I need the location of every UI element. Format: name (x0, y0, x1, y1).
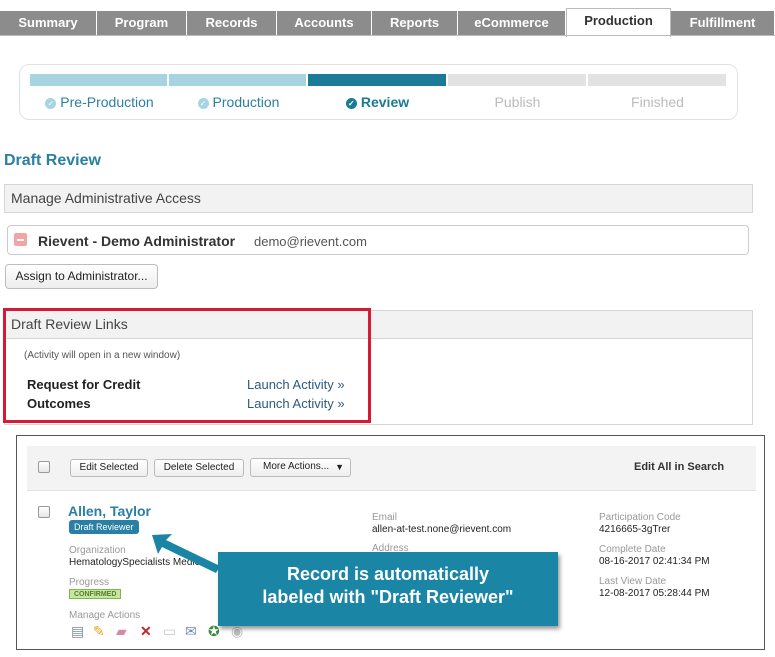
more-actions-label: More Actions... (263, 461, 330, 472)
wizard-step-review[interactable]: ✓ Review (308, 94, 447, 110)
page-title: Draft Review (4, 152, 101, 169)
wizard-step-pre-production[interactable]: ✓ Pre-Production (30, 94, 169, 110)
edit-selected-button[interactable]: Edit Selected (70, 459, 148, 477)
participation-code-value: 4216665-3gTrer (599, 524, 671, 535)
select-all-checkbox[interactable] (38, 461, 50, 473)
callout-line-1: Record is automatically (286, 564, 490, 584)
remove-admin-icon[interactable] (14, 233, 27, 246)
assign-administrator-button[interactable]: Assign to Administrator... (5, 264, 158, 289)
admin-access-header: Manage Administrative Access (4, 184, 753, 213)
complete-date-label: Complete Date (599, 544, 666, 555)
record-name-link[interactable]: Allen, Taylor (68, 503, 151, 519)
tabs-divider (0, 35, 775, 36)
main-tabs: Summary Program Records Accounts Reports… (0, 0, 775, 37)
wizard-bar-finished (588, 74, 726, 86)
record-checkbox[interactable] (38, 506, 50, 518)
draft-reviewer-badge: Draft Reviewer (69, 520, 139, 534)
organization-label: Organization (69, 545, 126, 556)
admin-email: demo@rievent.com (254, 234, 367, 249)
participation-code-label: Participation Code (599, 512, 681, 523)
wizard-step-label: Publish (494, 94, 541, 110)
delete-icon[interactable]: ✕ (140, 623, 152, 639)
pencil-icon[interactable]: ✎ (93, 623, 105, 639)
wizard-step-label: Review (360, 94, 410, 110)
wizard-bar-publish (448, 74, 586, 86)
progress-label: Progress (69, 577, 110, 588)
check-icon: ✓ (345, 98, 357, 109)
edit-all-in-search-link[interactable]: Edit All in Search (634, 461, 724, 473)
last-view-date-value: 12-08-2017 05:28:44 PM (599, 588, 710, 599)
tab-fulfillment[interactable]: Fulfillment (671, 11, 775, 36)
production-wizard (19, 64, 738, 120)
email-label: Email (372, 512, 398, 523)
manage-actions-label: Manage Actions (69, 610, 141, 621)
wizard-step-label: Pre-Production (60, 94, 154, 110)
tab-records[interactable]: Records (187, 11, 277, 36)
annotation-callout: Record is automatically labeled with "Dr… (218, 552, 558, 626)
email-icon[interactable]: ✉ (185, 623, 197, 639)
email-value: allen-at-test.none@rievent.com (372, 524, 512, 535)
check-icon: ✓ (45, 98, 57, 109)
tab-production[interactable]: Production (566, 8, 671, 37)
tab-summary[interactable]: Summary (0, 11, 97, 36)
tab-reports[interactable]: Reports (372, 11, 458, 36)
wizard-bar-review (308, 74, 446, 86)
more-actions-select[interactable]: More Actions... ▼ (250, 458, 351, 477)
wizard-step-production[interactable]: ✓ Production (169, 94, 308, 110)
complete-date-value: 08-16-2017 02:41:34 PM (599, 556, 710, 567)
delete-selected-button[interactable]: Delete Selected (154, 459, 244, 477)
tab-program[interactable]: Program (97, 11, 187, 36)
dropdown-arrow-icon: ▼ (335, 462, 344, 472)
card-icon[interactable]: ▭ (163, 623, 176, 639)
highlight-box (3, 308, 371, 423)
wizard-step-finished[interactable]: Finished (588, 94, 727, 110)
wizard-step-publish[interactable]: Publish (448, 94, 587, 110)
eraser-icon[interactable]: ▰ (116, 623, 127, 639)
last-view-date-label: Last View Date (599, 576, 667, 587)
wizard-step-label: Finished (631, 94, 684, 110)
wizard-step-label: Production (212, 94, 280, 110)
admin-row: Rievent - Demo Administrator demo@rieven… (7, 225, 749, 255)
callout-line-2: labeled with "Draft Reviewer" (262, 587, 514, 607)
callout-arrow-shape (152, 534, 220, 573)
progress-status-badge: CONFIRMED (69, 589, 122, 599)
tab-ecommerce[interactable]: eCommerce (458, 11, 566, 36)
check-icon: ✓ (197, 98, 209, 109)
document-icon[interactable]: ▤ (71, 623, 84, 639)
admin-name: Rievent - Demo Administrator (38, 233, 236, 249)
wizard-bar-pre-production (30, 74, 167, 86)
tab-accounts[interactable]: Accounts (277, 11, 372, 36)
wizard-bar-production (169, 74, 306, 86)
